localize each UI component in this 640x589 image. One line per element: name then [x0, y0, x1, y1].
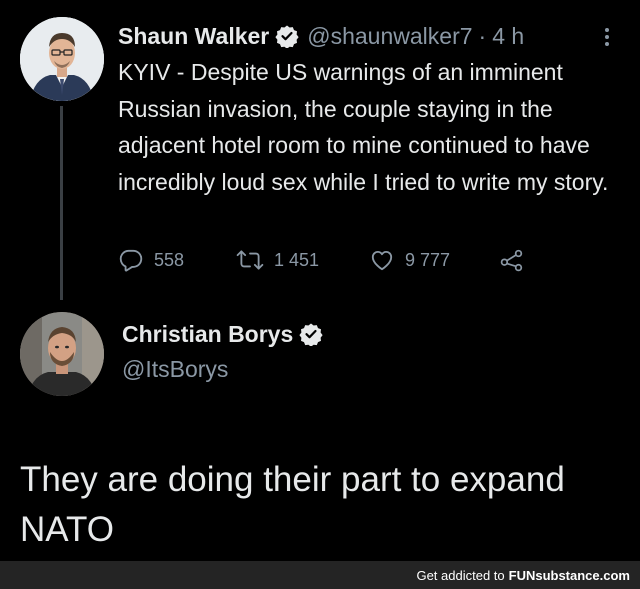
avatar-christian-borys-image	[20, 312, 104, 396]
watermark-brand-bold: FUN	[508, 567, 536, 583]
verified-badge-icon	[299, 322, 323, 347]
reply-icon	[119, 249, 143, 272]
like-icon	[371, 250, 393, 271]
tweet-shaun-walker[interactable]: Shaun Walker @shaunwalker7 · 4 h KYIV - …	[0, 0, 640, 300]
reply-count: 558	[154, 249, 185, 270]
author-handle[interactable]: @ItsBorys	[122, 356, 228, 383]
like-count: 9 777	[405, 249, 451, 270]
tweet-header: Christian Borys	[122, 316, 331, 352]
reply-button[interactable]: 558	[118, 247, 236, 273]
author-name[interactable]: Shaun Walker	[118, 23, 269, 50]
avatar-christian-borys[interactable]	[20, 312, 104, 396]
avatar-shaun-walker[interactable]	[20, 17, 104, 101]
tweet-header: Shaun Walker @shaunwalker7 · 4 h	[118, 18, 524, 54]
tweet-text: KYIV - Despite US warnings of an imminen…	[118, 59, 609, 195]
verified-badge-icon	[275, 24, 299, 49]
header-separator: ·	[478, 22, 487, 49]
watermark-brand-rest: substance.com	[535, 567, 630, 583]
more-options-icon[interactable]	[598, 22, 616, 52]
tweet-text: They are doing their part to expand NATO	[20, 460, 565, 549]
retweet-icon	[236, 250, 264, 270]
share-button[interactable]	[499, 247, 525, 273]
tweet-actions: 558 1 451 9 777	[118, 244, 525, 276]
author-handle[interactable]: @shaunwalker7	[307, 23, 472, 50]
retweet-button[interactable]: 1 451	[236, 247, 369, 273]
share-icon	[500, 249, 523, 272]
avatar-shaun-walker-image	[20, 17, 104, 101]
watermark-prefix: Get addicted to	[416, 567, 505, 583]
author-name[interactable]: Christian Borys	[122, 321, 293, 348]
tweet-timestamp[interactable]: 4 h	[492, 23, 524, 50]
like-button[interactable]: 9 777	[369, 247, 499, 273]
funsubstance-watermark: Get addicted to FUN substance.com	[0, 561, 640, 589]
tweet-christian-borys[interactable]: Christian Borys @ItsBorys They are doing…	[0, 300, 640, 560]
thread-connector-line	[60, 106, 63, 300]
retweet-count: 1 451	[274, 249, 320, 270]
